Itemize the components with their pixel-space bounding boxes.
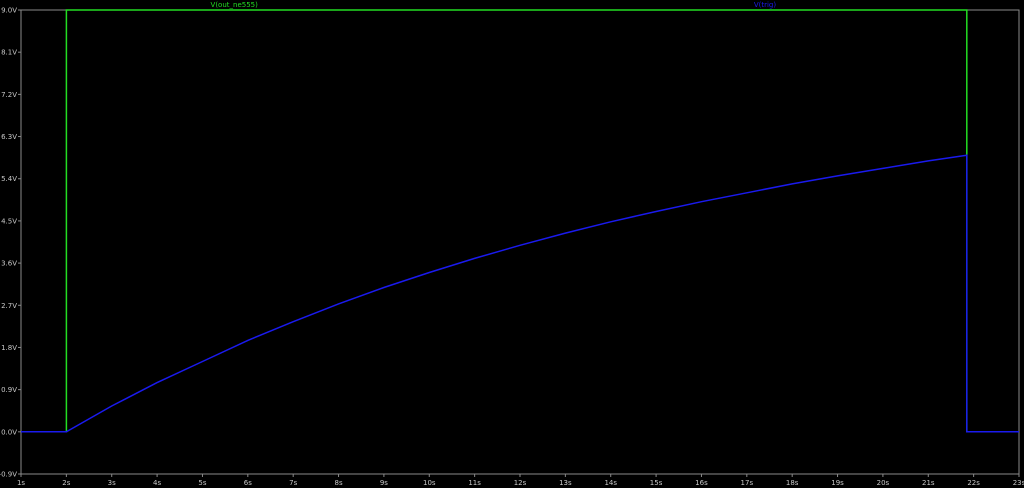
y-tick-label: -0.9V — [0, 471, 17, 479]
y-tick-label: 3.6V — [1, 260, 17, 268]
x-tick-label: 3s — [108, 479, 116, 487]
x-tick-label: 11s — [468, 479, 481, 487]
x-tick-label: 6s — [244, 479, 252, 487]
legend-entry-0[interactable]: V(out_ne555) — [211, 1, 259, 9]
x-tick-label: 21s — [922, 479, 935, 487]
y-tick-label: 2.7V — [1, 302, 17, 310]
plot-background — [0, 0, 1024, 488]
x-tick-label: 23s — [1013, 479, 1024, 487]
y-tick-label: 8.1V — [1, 49, 17, 57]
x-tick-label: 10s — [423, 479, 436, 487]
waveform-plot[interactable]: 1s 2s 3s 4s 5s 6s 7s 8s 9s 10s 11s 12s 13s 14s 15s 16s 1… — [0, 0, 1024, 488]
y-tick-label: 6.3V — [1, 133, 17, 141]
x-tick-label: 17s — [741, 479, 754, 487]
y-tick-label: 5.4V — [1, 175, 17, 183]
x-tick-label: 19s — [831, 479, 844, 487]
y-tick-label: 4.5V — [1, 217, 17, 225]
y-tick-label: 0.9V — [1, 386, 17, 394]
y-tick-label: 7.2V — [1, 91, 17, 99]
x-tick-label: 12s — [514, 479, 527, 487]
x-tick-label: 13s — [559, 479, 572, 487]
x-tick-label: 1s — [17, 479, 25, 487]
x-tick-label: 9s — [380, 479, 388, 487]
x-tick-label: 8s — [334, 479, 342, 487]
x-tick-label: 15s — [650, 479, 663, 487]
y-tick-label: 1.8V — [1, 344, 17, 352]
x-tick-label: 5s — [198, 479, 206, 487]
y-tick-label: 9.0V — [1, 7, 17, 15]
x-tick-label: 2s — [62, 479, 70, 487]
x-tick-label: 20s — [877, 479, 890, 487]
x-tick-label: 16s — [695, 479, 708, 487]
x-tick-label: 14s — [604, 479, 617, 487]
x-tick-label: 22s — [967, 479, 980, 487]
x-tick-label: 4s — [153, 479, 161, 487]
y-tick-label: 0.0V — [1, 428, 17, 436]
x-tick-label: 7s — [289, 479, 297, 487]
x-tick-label: 18s — [786, 479, 799, 487]
legend-entry-1[interactable]: V(trig) — [754, 1, 777, 9]
